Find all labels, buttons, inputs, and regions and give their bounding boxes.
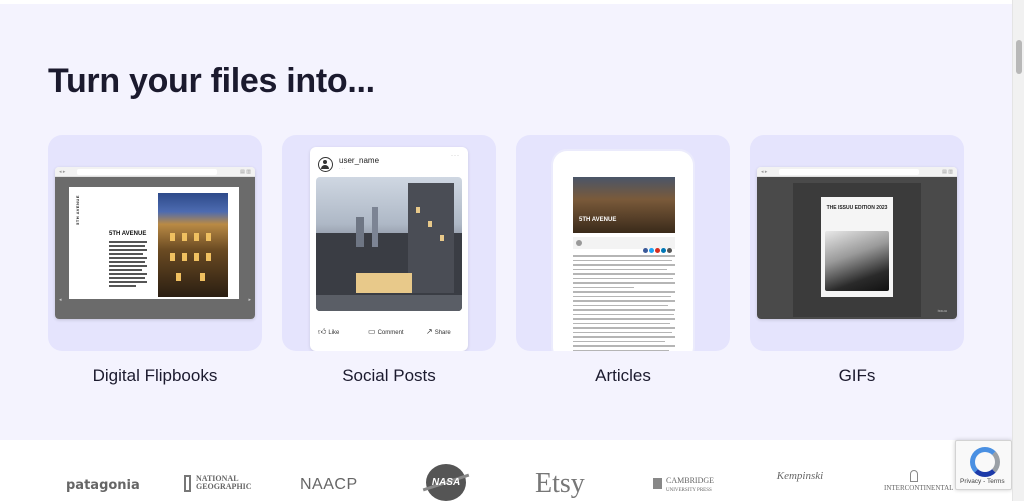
gif-viewer: THE ISSUU EDITION 2023 issuu <box>757 177 957 319</box>
like-action[interactable]: 👍︎ Like <box>318 327 339 337</box>
browser-mockup: ◂ ▸ ▤ ▥ THE ISSUU EDITION 2023 issuu <box>757 167 957 319</box>
browser-toolbar: ◂ ▸ ▤ ▥ <box>757 167 957 177</box>
cambridge-shield-icon <box>653 478 662 489</box>
share-label: Share <box>434 330 451 336</box>
browser-nav-icon: ◂ ▸ <box>59 169 66 175</box>
browser-menu-icon: ▤ ▥ <box>240 169 251 175</box>
article-body-text <box>573 255 675 351</box>
comment-icon: ▭ <box>368 327 376 336</box>
card-label-social-posts[interactable]: Social Posts <box>282 366 496 386</box>
gif-book-cover: THE ISSUU EDITION 2023 <box>821 197 893 297</box>
card-digital-flipbooks[interactable]: ◂ ▸ ▤ ▥ 5TH AVENUE 5TH AVENUE ◂ ▸ <box>48 135 262 351</box>
logo-patagonia: patagonia <box>66 478 140 493</box>
recaptcha-links[interactable]: Privacy - Terms <box>960 478 1005 485</box>
phone-mockup: 5TH AVENUE <box>553 151 693 351</box>
thumbs-up-icon: 👍︎ <box>318 327 327 336</box>
article-meta-bar <box>573 237 675 253</box>
flipbook-vertical-title: 5TH AVENUE <box>75 195 80 225</box>
browser-url-bar <box>779 169 919 175</box>
browser-toolbar: ◂ ▸ ▤ ▥ <box>55 167 255 177</box>
article-photo: 5TH AVENUE <box>573 177 675 233</box>
browser-menu-icon: ▤ ▥ <box>942 169 953 175</box>
post-username: user_name <box>339 156 380 165</box>
issuu-watermark: issuu <box>937 308 947 313</box>
page-scrollbar[interactable] <box>1012 0 1024 501</box>
flipbook-right-page <box>154 187 239 299</box>
card-label-gifs[interactable]: GIFs <box>750 366 964 386</box>
flipbook-left-page: 5TH AVENUE 5TH AVENUE <box>69 187 154 299</box>
flipbook-next-icon: ▸ <box>248 297 251 303</box>
intercontinental-mark-icon <box>910 470 918 482</box>
browser-mockup: ◂ ▸ ▤ ▥ 5TH AVENUE 5TH AVENUE ◂ ▸ <box>55 167 255 319</box>
browser-url-bar <box>77 169 217 175</box>
flipbook-prev-icon: ◂ <box>59 297 62 303</box>
flipbook-body-text <box>109 241 147 289</box>
comment-label: Comment <box>377 330 404 336</box>
logo-etsy: Etsy <box>535 468 585 499</box>
flipbook-page-title: 5TH AVENUE <box>109 231 147 237</box>
natgeo-frame-icon <box>184 475 191 492</box>
comment-action[interactable]: ▭ Comment <box>368 327 404 336</box>
post-photo <box>316 177 462 311</box>
building-photo <box>158 193 228 297</box>
browser-nav-icon: ◂ ▸ <box>761 169 768 175</box>
recaptcha-badge[interactable]: Privacy - Terms <box>955 440 1012 490</box>
section-heading: Turn your files into... <box>48 62 375 100</box>
gif-cover-image <box>825 231 889 291</box>
flipbook-viewer: 5TH AVENUE 5TH AVENUE ◂ ▸ <box>55 177 255 319</box>
use-cases-section: Turn your files into... ◂ ▸ ▤ ▥ 5TH AVEN… <box>0 4 1012 440</box>
gif-book-title: THE ISSUU EDITION 2023 <box>826 205 888 211</box>
logo-nasa: NASA <box>422 464 470 501</box>
recaptcha-icon <box>970 447 1000 477</box>
post-subtitle: · · · <box>339 166 346 171</box>
card-social-posts[interactable]: user_name · · · ··· 👍︎ Like ▭ Comment ↗ … <box>282 135 496 351</box>
article-photo-title: 5TH AVENUE <box>579 217 617 223</box>
share-action[interactable]: ↗ Share <box>426 327 451 336</box>
customer-logos: patagonia NATIONAL GEOGRAPHIC NAACP NASA … <box>0 440 1012 501</box>
social-post-mockup: user_name · · · ··· 👍︎ Like ▭ Comment ↗ … <box>310 147 468 351</box>
share-icon: ↗ <box>426 327 433 336</box>
scrollbar-thumb[interactable] <box>1016 40 1022 74</box>
post-actions-bar: 👍︎ Like ▭ Comment ↗ Share <box>310 323 468 341</box>
author-avatar <box>576 240 582 246</box>
page: Turn your files into... ◂ ▸ ▤ ▥ 5TH AVEN… <box>0 0 1024 501</box>
card-gifs[interactable]: ◂ ▸ ▤ ▥ THE ISSUU EDITION 2023 issuu <box>750 135 964 351</box>
user-avatar-icon <box>318 157 333 172</box>
card-label-digital-flipbooks[interactable]: Digital Flipbooks <box>48 366 262 386</box>
logo-naacp: NAACP <box>300 476 358 493</box>
more-options-icon: ··· <box>451 153 460 159</box>
card-articles[interactable]: 5TH AVENUE <box>516 135 730 351</box>
logo-intercontinental: INTERCONTINENTAL <box>884 470 953 492</box>
like-label: Like <box>328 330 340 336</box>
card-label-articles[interactable]: Articles <box>516 366 730 386</box>
logo-kempinski: Kempinski <box>776 470 824 482</box>
